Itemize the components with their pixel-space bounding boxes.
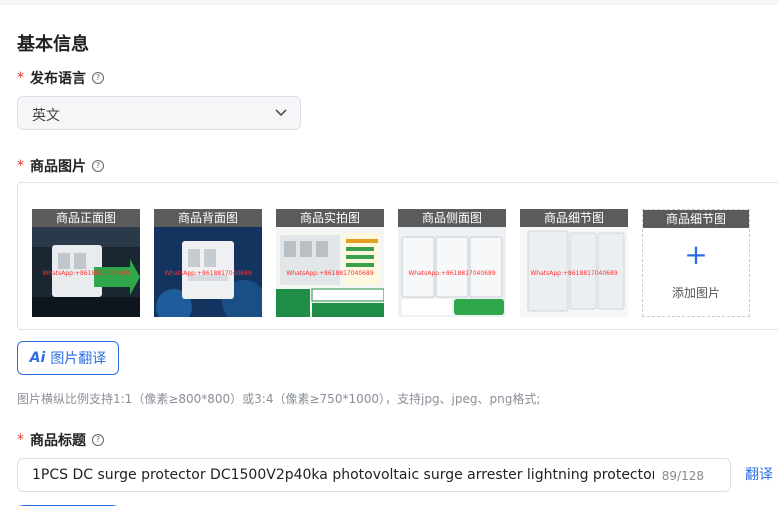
title-label-text: 商品标题	[30, 433, 86, 449]
basic-info-card: 基本信息 * 发布语言 ? 英文 * 商品图片 ? 商品正面图 WhatsApp…	[0, 5, 778, 506]
image-caption: 商品背面图	[154, 209, 262, 227]
required-mark: *	[17, 158, 24, 174]
image-caption: 商品细节图	[520, 209, 628, 227]
product-photo: WhatsApp:+8618817040689	[398, 227, 506, 317]
help-icon[interactable]: ?	[92, 160, 104, 172]
image-translate-button[interactable]: Ai 图片翻译	[17, 341, 119, 375]
chevron-down-icon	[274, 104, 288, 126]
language-select-value: 英文	[32, 108, 60, 124]
title-input-value: 1PCS DC surge protector DC1500V2p40ka ph…	[32, 467, 654, 483]
translate-link[interactable]: 翻译	[745, 464, 773, 484]
product-photo: WhatsApp:+8618817040689	[32, 227, 140, 317]
product-image-detail[interactable]: 商品细节图 WhatsApp:+8618817040689	[520, 209, 628, 317]
title-label: * 商品标题 ?	[17, 430, 104, 450]
product-photo: WhatsApp:+8618817040689	[520, 227, 628, 317]
watermark: WhatsApp:+8618817040689	[408, 270, 495, 277]
watermark: WhatsApp:+8618817040689	[530, 270, 617, 277]
image-caption: 商品实拍图	[276, 209, 384, 227]
images-label-text: 商品图片	[30, 159, 86, 175]
help-icon[interactable]: ?	[92, 434, 104, 446]
section-title: 基本信息	[17, 34, 89, 55]
language-label-text: 发布语言	[30, 71, 86, 87]
image-caption: 商品正面图	[32, 209, 140, 227]
image-hint: 图片横纵比例支持1:1（像素≥800*800）或3:4（像素≥750*1000）…	[17, 392, 541, 406]
plus-icon: +	[684, 238, 708, 271]
watermark: WhatsApp:+8618817040689	[42, 270, 129, 277]
language-select[interactable]: 英文	[17, 96, 301, 130]
title-input[interactable]: 1PCS DC surge protector DC1500V2p40ka ph…	[17, 458, 731, 492]
image-caption: 商品侧面图	[398, 209, 506, 227]
char-counter: 89/128	[661, 469, 704, 483]
required-mark: *	[17, 432, 24, 448]
product-image-real[interactable]: 商品实拍图 WhatsApp:+8618817040689	[276, 209, 384, 317]
help-icon[interactable]: ?	[92, 72, 104, 84]
image-caption: 商品细节图	[643, 210, 749, 228]
required-mark: *	[17, 70, 24, 86]
product-photo: WhatsApp:+8618817040689	[154, 227, 262, 317]
language-label: * 发布语言 ?	[17, 68, 104, 88]
ai-icon: Ai	[29, 350, 46, 366]
images-label: * 商品图片 ?	[17, 156, 104, 176]
product-photo: WhatsApp:+8618817040689	[276, 227, 384, 317]
product-image-side[interactable]: 商品侧面图 WhatsApp:+8618817040689	[398, 209, 506, 317]
add-image-label: 添加图片	[671, 286, 720, 300]
product-image-front[interactable]: 商品正面图 WhatsApp:+8618817040689	[32, 209, 140, 317]
add-image-button[interactable]: 商品细节图 + 添加图片	[642, 209, 750, 317]
watermark: WhatsApp:+8618817040689	[164, 270, 251, 277]
product-image-back[interactable]: 商品背面图 WhatsApp:+8618817040689	[154, 209, 262, 317]
image-translate-label: 图片翻译	[50, 351, 107, 367]
watermark: WhatsApp:+8618817040689	[286, 270, 373, 277]
image-upload-panel: 商品正面图 WhatsApp:+8618817040689 商品背面图 What…	[17, 182, 778, 330]
